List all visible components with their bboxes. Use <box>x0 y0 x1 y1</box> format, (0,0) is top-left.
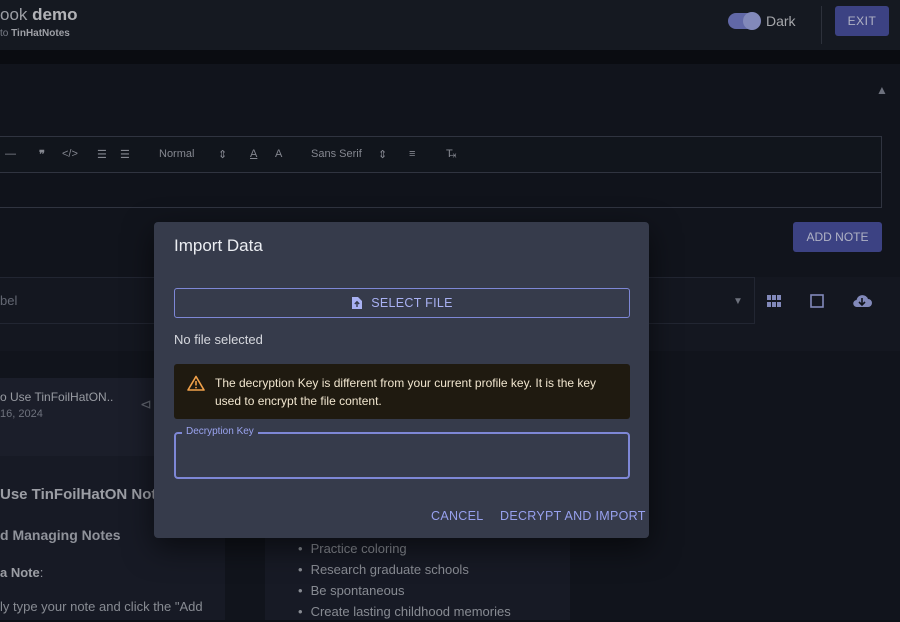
cancel-button[interactable]: CANCEL <box>431 509 484 523</box>
decryption-key-label: Decryption Key <box>182 426 258 437</box>
dialog-title: Import Data <box>174 236 263 255</box>
select-file-button[interactable]: SELECT FILE <box>174 288 630 318</box>
file-upload-icon <box>352 297 363 309</box>
warning-message: The decryption Key is different from you… <box>215 376 597 408</box>
decryption-key-input[interactable] <box>174 432 630 479</box>
warning-icon <box>187 375 205 391</box>
file-status: No file selected <box>174 332 263 347</box>
decrypt-and-import-button[interactable]: DECRYPT AND IMPORT <box>500 509 646 523</box>
select-file-label: SELECT FILE <box>371 296 453 310</box>
